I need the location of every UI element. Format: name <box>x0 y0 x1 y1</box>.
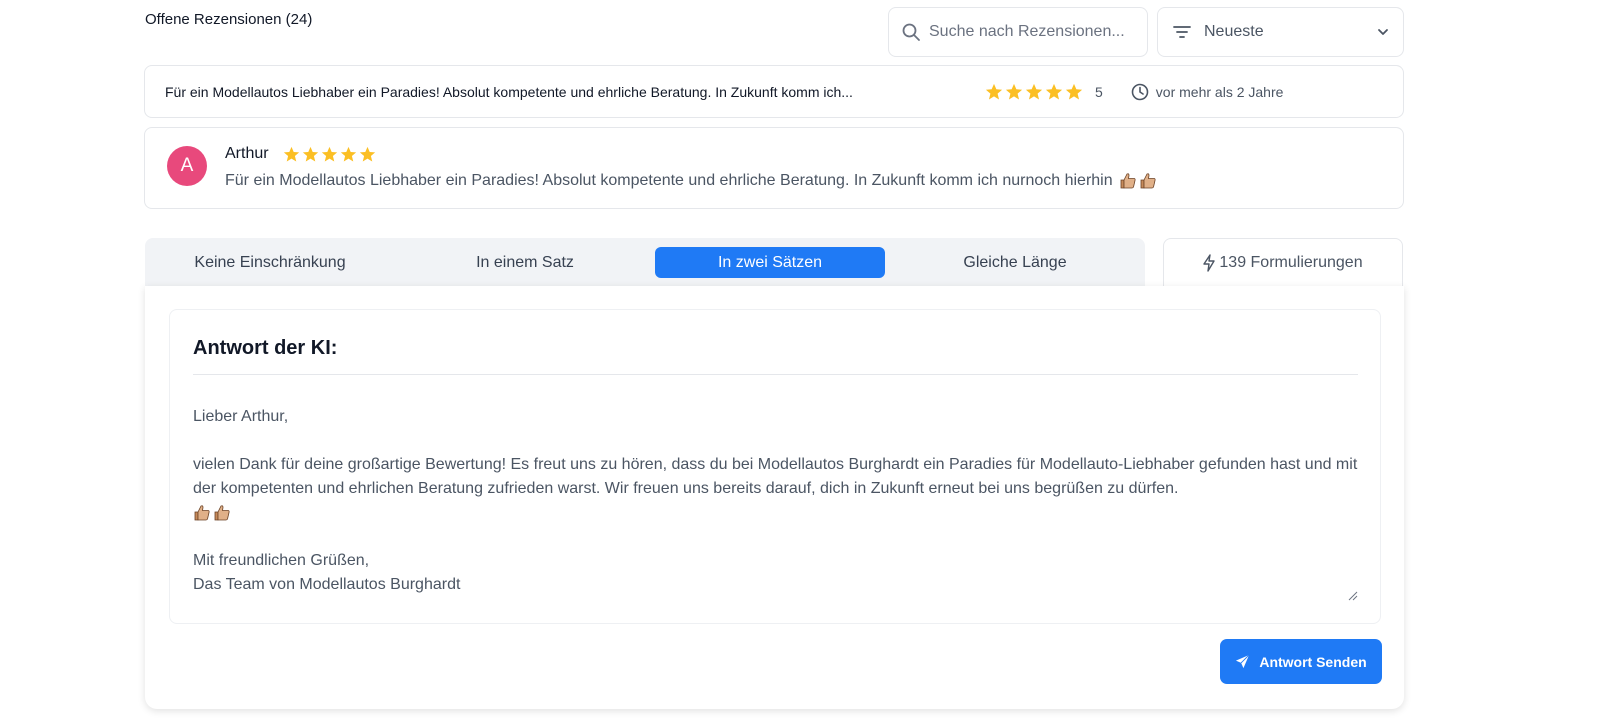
tab-in-einem-satz[interactable]: In einem Satz <box>410 247 640 278</box>
review-row-stars <box>985 83 1083 101</box>
sort-value: Neueste <box>1204 23 1264 40</box>
response-greeting: Lieber Arthur, <box>193 408 289 425</box>
tab-in-zwei-saetzen[interactable]: In zwei Sätzen <box>655 247 885 278</box>
star-icon <box>1005 83 1023 99</box>
thumbs-up-icon <box>194 505 210 521</box>
reviewer-name: Arthur <box>225 145 269 162</box>
avatar: A <box>167 146 207 186</box>
search-input[interactable] <box>929 23 1139 41</box>
page-title: Offene Rezensionen (24) <box>145 11 313 28</box>
star-icon <box>340 146 357 162</box>
star-icon <box>283 146 300 162</box>
formulations-counter[interactable]: 139 Formulierungen <box>1163 238 1403 287</box>
paper-plane-icon <box>1236 654 1250 669</box>
tab-gleiche-laenge[interactable]: Gleiche Länge <box>900 247 1130 278</box>
star-icon <box>1025 83 1043 99</box>
sort-dropdown[interactable]: Neueste <box>1157 7 1404 57</box>
response-body: vielen Dank für deine großartige Bewertu… <box>193 456 1358 497</box>
send-answer-button[interactable]: Antwort Senden <box>1220 639 1382 684</box>
star-icon <box>302 146 319 162</box>
star-icon <box>1045 83 1063 99</box>
tab-keine-einschraenkung[interactable]: Keine Einschränkung <box>155 247 385 278</box>
thumbs-up-icon <box>1120 173 1136 189</box>
reviewer-stars <box>283 146 376 163</box>
star-icon <box>321 146 338 162</box>
thumbs-up-icon <box>214 505 230 521</box>
search-icon <box>902 23 920 41</box>
response-style-tabs: Keine Einschränkung In einem Satz In zwe… <box>145 238 1145 287</box>
resize-handle-icon[interactable] <box>1348 591 1358 601</box>
selected-review-card: A Arthur Für ein Modellautos Liebhaber e… <box>144 127 1404 209</box>
filter-lines-icon <box>1173 26 1191 38</box>
rating-number: 5 <box>1095 83 1103 100</box>
star-icon <box>1065 83 1083 99</box>
ai-response-panel: Antwort der KI: Lieber Arthur, vielen Da… <box>145 286 1404 709</box>
time-ago-text: vor mehr als 2 Jahre <box>1155 83 1284 100</box>
send-button-label: Antwort Senden <box>1259 653 1367 670</box>
thumbs-up-icon <box>1140 173 1156 189</box>
lightning-icon <box>1203 254 1216 272</box>
star-icon <box>359 146 376 162</box>
thumbs-emoji <box>1119 172 1157 190</box>
ai-response-textarea[interactable]: Lieber Arthur, vielen Dank für deine gro… <box>193 405 1358 595</box>
formulations-label: 139 Formulierungen <box>1219 254 1363 271</box>
review-list-item[interactable]: Für ein Modellautos Liebhaber ein Paradi… <box>144 65 1404 118</box>
star-icon <box>985 83 1003 99</box>
review-preview-text: Für ein Modellautos Liebhaber ein Paradi… <box>165 83 853 100</box>
clock-icon <box>1131 83 1149 100</box>
review-text: Für ein Modellautos Liebhaber ein Paradi… <box>225 172 1157 190</box>
ai-response-heading: Antwort der KI: <box>193 337 338 359</box>
search-box[interactable] <box>888 7 1148 57</box>
response-emoji <box>193 501 1358 525</box>
ai-response-card: Antwort der KI: Lieber Arthur, vielen Da… <box>169 309 1381 624</box>
response-signature: Das Team von Modellautos Burghardt <box>193 576 461 593</box>
divider <box>193 374 1358 375</box>
review-body: Für ein Modellautos Liebhaber ein Paradi… <box>225 172 1113 189</box>
response-closing: Mit freundlichen Grüßen, <box>193 552 370 569</box>
chevron-down-icon <box>1378 29 1388 35</box>
review-timestamp: vor mehr als 2 Jahre <box>1131 83 1284 101</box>
